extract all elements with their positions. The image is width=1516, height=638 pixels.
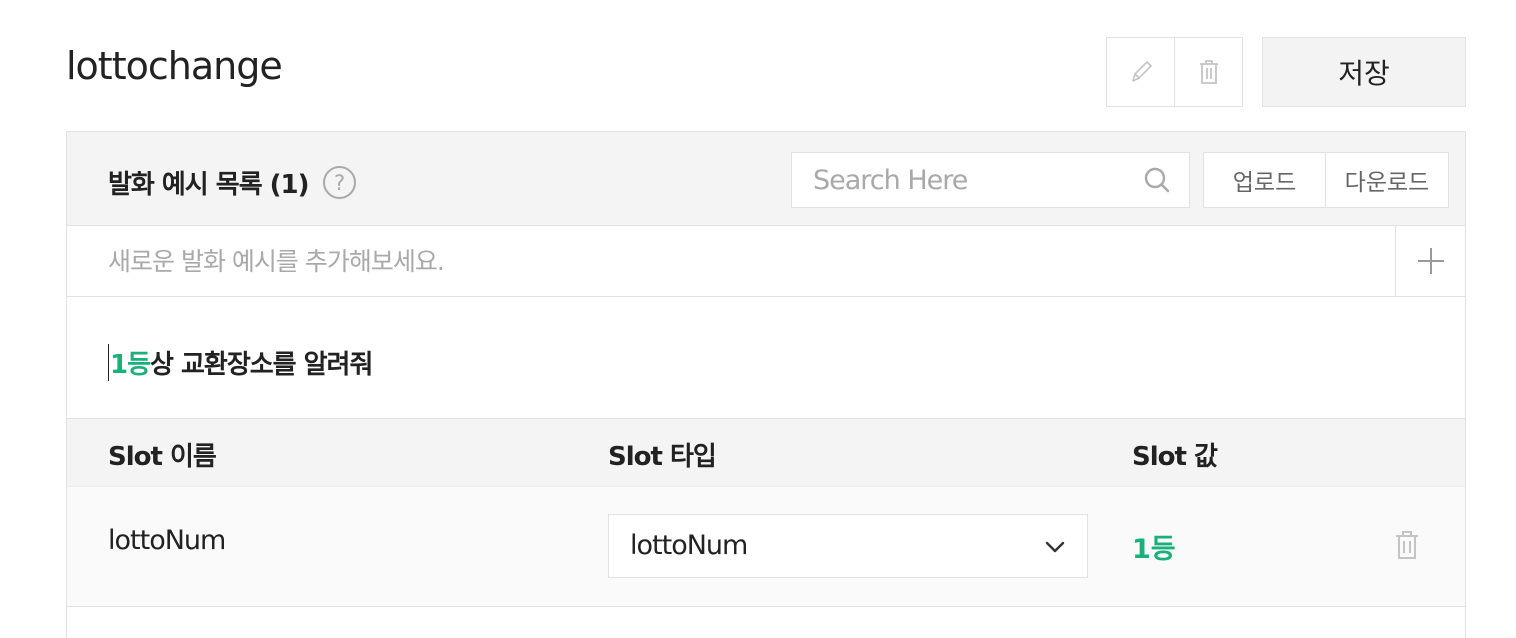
utterance-slot-highlight[interactable]: 1등 bbox=[110, 350, 151, 380]
trash-icon[interactable] bbox=[1393, 529, 1421, 561]
add-utterance-row bbox=[67, 226, 1465, 297]
chevron-down-icon bbox=[1045, 541, 1065, 553]
utterance-list-title-text: 발화 예시 목록 (1) bbox=[108, 170, 310, 200]
slot-table-header: Slot 이름 Slot 타입 Slot 값 bbox=[67, 419, 1465, 487]
trash-icon bbox=[1199, 60, 1218, 84]
slot-value: 1등 bbox=[1132, 534, 1176, 565]
utterance-panel: 발화 예시 목록 (1) ? 업로드 다운로드 1등상 교환장소를 알려줘 Sl… bbox=[66, 131, 1466, 638]
utterance-text[interactable]: 1등상 교환장소를 알려줘 bbox=[108, 344, 373, 381]
plus-icon bbox=[1417, 248, 1444, 274]
slot-name-column-header: Slot 이름 bbox=[108, 442, 217, 472]
utterance-list-title: 발화 예시 목록 (1) ? bbox=[108, 164, 356, 201]
utterance-rest-text: 상 교환장소를 알려줘 bbox=[150, 350, 373, 380]
slot-type-column-header: Slot 타입 bbox=[608, 442, 717, 472]
add-utterance-button[interactable] bbox=[1395, 226, 1465, 296]
help-icon[interactable]: ? bbox=[322, 166, 356, 199]
save-button[interactable]: 저장 bbox=[1262, 37, 1466, 107]
edit-button[interactable] bbox=[1106, 37, 1175, 107]
delete-button[interactable] bbox=[1174, 37, 1243, 107]
utterance-item[interactable]: 1등상 교환장소를 알려줘 bbox=[67, 297, 1465, 419]
pencil-icon bbox=[1131, 61, 1152, 82]
upload-button[interactable]: 업로드 bbox=[1203, 152, 1326, 208]
slot-table-row: lottoNum lottoNum 1등 bbox=[67, 487, 1465, 607]
slot-value-column-header: Slot 값 bbox=[1132, 442, 1218, 472]
download-button[interactable]: 다운로드 bbox=[1325, 152, 1449, 208]
slot-name: lottoNum bbox=[108, 525, 226, 556]
search-box bbox=[791, 152, 1190, 208]
slot-type-selected-value: lottoNum bbox=[630, 530, 748, 561]
add-utterance-input[interactable] bbox=[67, 226, 1395, 296]
page-title: lottochange bbox=[66, 44, 283, 88]
slot-type-select[interactable]: lottoNum bbox=[608, 514, 1088, 578]
search-icon[interactable] bbox=[1143, 166, 1171, 196]
search-input[interactable] bbox=[792, 153, 1132, 207]
utterance-list-header: 발화 예시 목록 (1) ? 업로드 다운로드 bbox=[67, 132, 1465, 226]
